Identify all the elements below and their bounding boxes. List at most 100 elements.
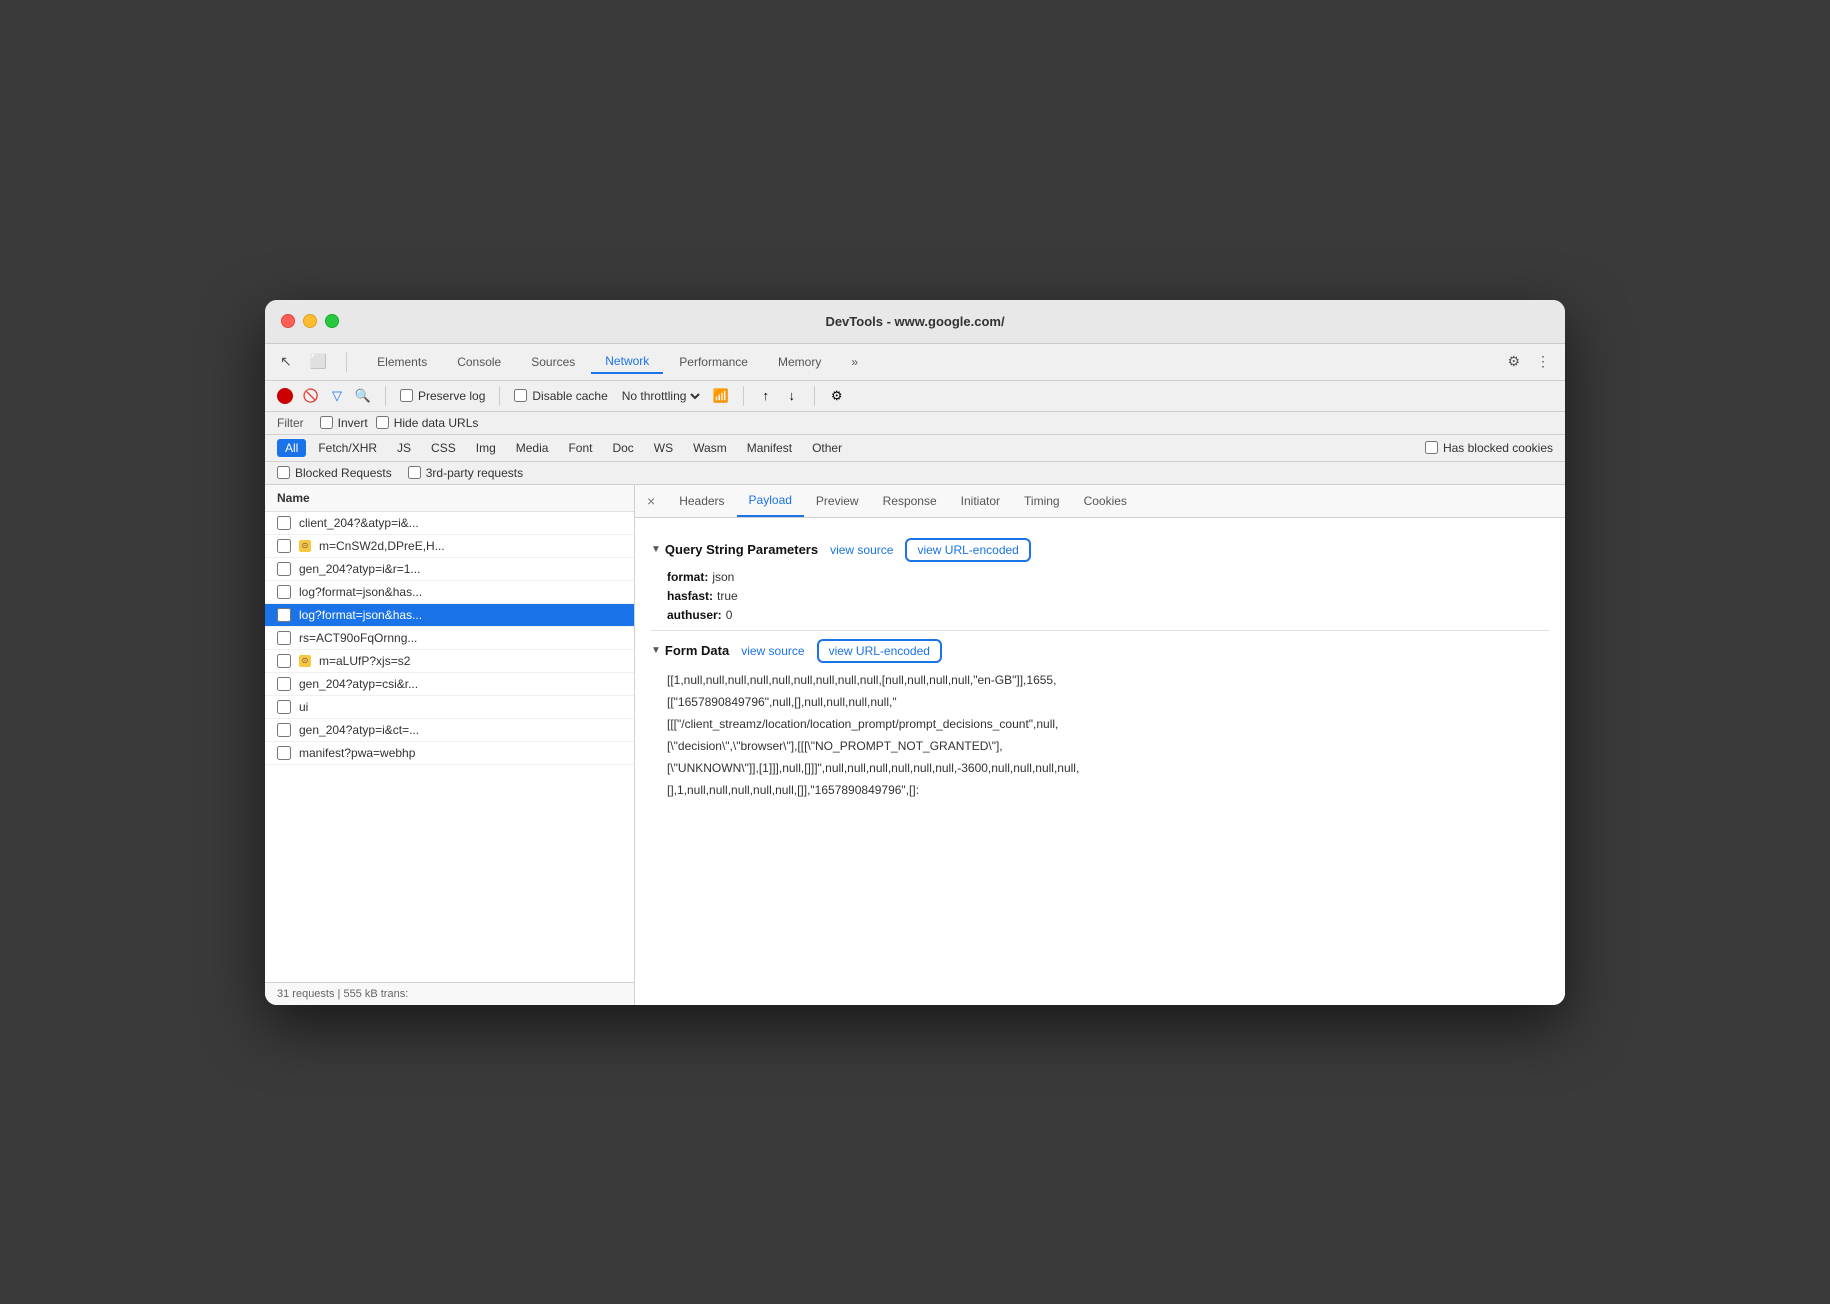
tab-headers[interactable]: Headers [667, 486, 736, 516]
list-item[interactable]: client_204?&atyp=i&... [265, 512, 634, 535]
preserve-log-checkbox[interactable] [400, 389, 413, 402]
search-icon[interactable]: 🔍 [355, 388, 371, 404]
preserve-log-label[interactable]: Preserve log [400, 389, 485, 403]
disable-cache-checkbox[interactable] [514, 389, 527, 402]
third-party-label[interactable]: 3rd-party requests [408, 466, 523, 480]
collapse-triangle[interactable]: ▼ [651, 544, 661, 555]
list-item-selected[interactable]: log?format=json&has... [265, 604, 634, 627]
tab-memory[interactable]: Memory [764, 351, 835, 373]
list-item[interactable]: gen_204?atyp=csi&r... [265, 673, 634, 696]
list-item[interactable]: rs=ACT90oFqOrnng... [265, 627, 634, 650]
param-value: true [717, 589, 738, 603]
list-item[interactable]: gen_204?atyp=i&r=1... [265, 558, 634, 581]
more-icon[interactable]: ⋮ [1533, 350, 1553, 373]
main-content: Name client_204?&atyp=i&... ⊙ m=CnSW2d,D… [265, 485, 1565, 1005]
invert-checkbox[interactable] [320, 416, 333, 429]
item-checkbox[interactable] [277, 723, 291, 737]
record-button[interactable] [277, 388, 293, 404]
tab-initiator[interactable]: Initiator [949, 486, 1012, 516]
device-icon[interactable]: ⬜ [307, 350, 330, 373]
item-checkbox[interactable] [277, 562, 291, 576]
tab-elements[interactable]: Elements [363, 351, 441, 373]
download-icon[interactable]: ↓ [784, 388, 800, 404]
filter-js[interactable]: JS [389, 439, 419, 457]
detail-content: ▼ Query String Parameters view source vi… [635, 518, 1565, 1005]
pointer-icon[interactable]: ↖ [277, 350, 295, 373]
block-icon[interactable]: 🚫 [303, 388, 319, 404]
maximize-button[interactable] [325, 314, 339, 328]
sidebar-items: client_204?&atyp=i&... ⊙ m=CnSW2d,DPreE,… [265, 512, 634, 982]
item-checkbox[interactable] [277, 516, 291, 530]
form-view-source-link[interactable]: view source [741, 644, 804, 658]
filter-wasm[interactable]: Wasm [685, 439, 735, 457]
collapse-triangle[interactable]: ▼ [651, 645, 661, 656]
filter-media[interactable]: Media [508, 439, 557, 457]
tab-more[interactable]: » [837, 351, 872, 373]
hide-data-urls-label[interactable]: Hide data URLs [376, 416, 479, 430]
divider [651, 630, 1549, 631]
blocked-requests-checkbox[interactable] [277, 466, 290, 479]
wifi-icon[interactable]: 📶 [713, 388, 729, 404]
filter-css[interactable]: CSS [423, 439, 464, 457]
window-controls [281, 314, 339, 328]
has-blocked-cookies-checkbox[interactable] [1425, 441, 1438, 454]
form-data-line-5: [\"UNKNOWN\"]],[1]]],null,[]]]",null,nul… [667, 759, 1549, 777]
third-party-checkbox[interactable] [408, 466, 421, 479]
sidebar-header: Name [265, 485, 634, 512]
param-key: authuser: [667, 608, 722, 622]
settings-icon[interactable]: ⚙ [1504, 350, 1523, 373]
hide-data-urls-checkbox[interactable] [376, 416, 389, 429]
tab-cookies[interactable]: Cookies [1072, 486, 1139, 516]
disable-cache-label[interactable]: Disable cache [514, 389, 607, 403]
filter-other[interactable]: Other [804, 439, 850, 457]
filter-img[interactable]: Img [468, 439, 504, 457]
list-item[interactable]: ui [265, 696, 634, 719]
tab-payload[interactable]: Payload [737, 485, 804, 517]
list-item[interactable]: manifest?pwa=webhp [265, 742, 634, 765]
devtools-window: DevTools - www.google.com/ ↖ ⬜ Elements … [265, 300, 1565, 1005]
item-checkbox[interactable] [277, 700, 291, 714]
query-view-source-link[interactable]: view source [830, 543, 893, 557]
query-view-url-encoded-link[interactable]: view URL-encoded [905, 538, 1030, 562]
filter-all[interactable]: All [277, 439, 306, 457]
separator [346, 352, 347, 372]
list-item[interactable]: log?format=json&has... [265, 581, 634, 604]
form-data-section-header: ▼ Form Data view source view URL-encoded [651, 639, 1549, 663]
main-toolbar: ↖ ⬜ Elements Console Sources Network Per… [265, 344, 1565, 381]
form-data-line-4: [\"decision\",\"browser\"],[[[\"NO_PROMP… [667, 737, 1549, 755]
minimize-button[interactable] [303, 314, 317, 328]
filter-ws[interactable]: WS [646, 439, 681, 457]
filter-fetch-xhr[interactable]: Fetch/XHR [310, 439, 385, 457]
item-checkbox[interactable] [277, 585, 291, 599]
item-checkbox[interactable] [277, 539, 291, 553]
close-detail-button[interactable]: × [643, 485, 659, 517]
item-checkbox[interactable] [277, 746, 291, 760]
item-checkbox[interactable] [277, 654, 291, 668]
tab-network[interactable]: Network [591, 350, 663, 374]
list-item[interactable]: gen_204?atyp=i&ct=... [265, 719, 634, 742]
tab-timing[interactable]: Timing [1012, 486, 1072, 516]
filter-icon[interactable]: ▽ [329, 388, 345, 404]
tab-sources[interactable]: Sources [517, 351, 589, 373]
item-checkbox[interactable] [277, 608, 291, 622]
upload-icon[interactable]: ↑ [758, 388, 774, 404]
throttle-select[interactable]: No throttling [618, 388, 703, 404]
tab-preview[interactable]: Preview [804, 486, 871, 516]
list-item[interactable]: ⊙ m=CnSW2d,DPreE,H... [265, 535, 634, 558]
filter-manifest[interactable]: Manifest [739, 439, 800, 457]
filter-doc[interactable]: Doc [604, 439, 641, 457]
list-item[interactable]: ⊙ m=aLUfP?xjs=s2 [265, 650, 634, 673]
filter-font[interactable]: Font [560, 439, 600, 457]
param-key: format: [667, 570, 708, 584]
item-checkbox[interactable] [277, 677, 291, 691]
close-button[interactable] [281, 314, 295, 328]
invert-label[interactable]: Invert [320, 416, 368, 430]
network-settings-icon[interactable]: ⚙ [829, 388, 845, 404]
tab-response[interactable]: Response [871, 486, 949, 516]
tab-console[interactable]: Console [443, 351, 515, 373]
tab-performance[interactable]: Performance [665, 351, 762, 373]
has-blocked-cookies-label[interactable]: Has blocked cookies [1425, 441, 1553, 455]
blocked-requests-label[interactable]: Blocked Requests [277, 466, 392, 480]
form-view-url-encoded-link[interactable]: view URL-encoded [817, 639, 942, 663]
item-checkbox[interactable] [277, 631, 291, 645]
